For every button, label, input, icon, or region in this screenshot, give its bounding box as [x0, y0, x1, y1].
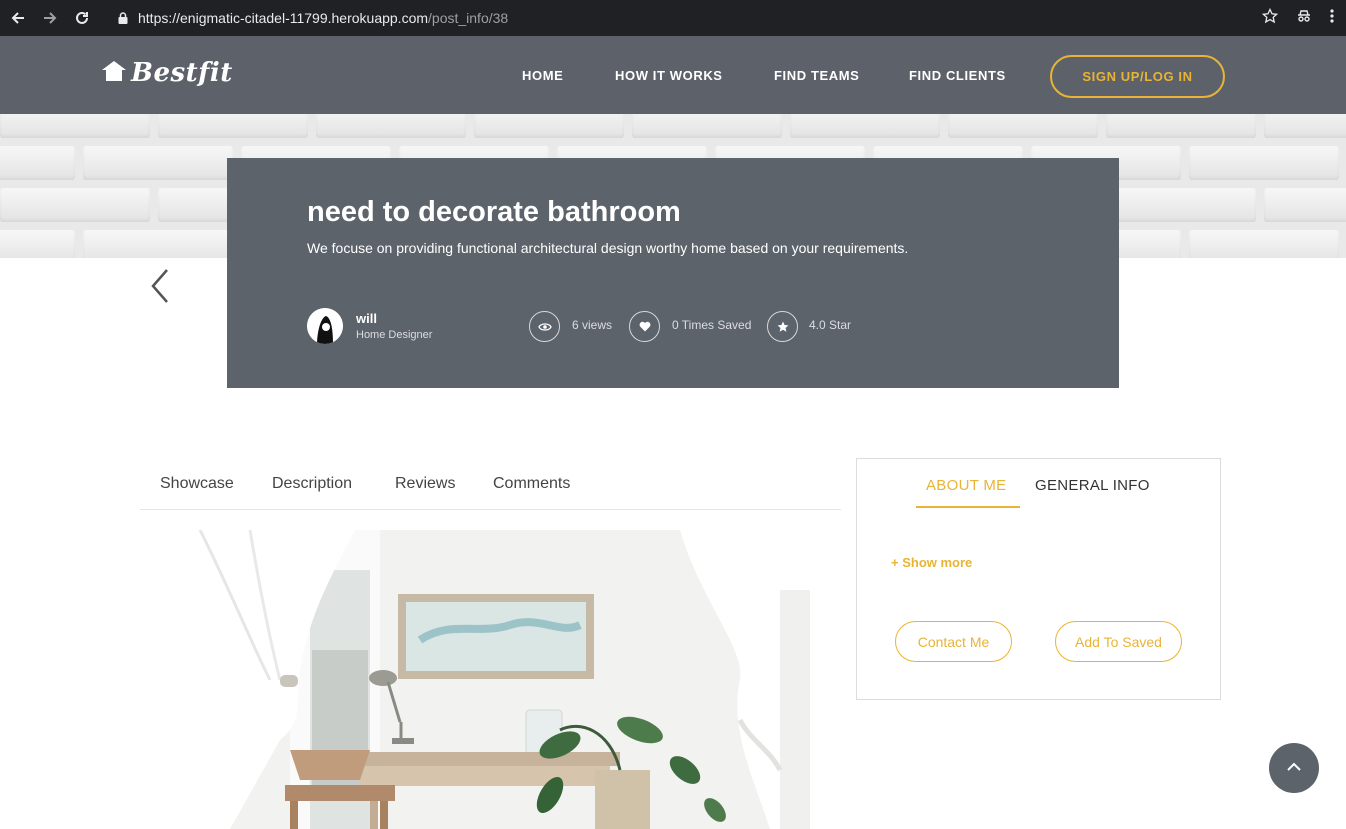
address-bar[interactable]: https://enigmatic-citadel-11799.herokuap…: [106, 4, 1276, 32]
tab-showcase[interactable]: Showcase: [160, 475, 234, 493]
brick: [0, 188, 150, 222]
brick: [1189, 146, 1339, 180]
show-more-link[interactable]: + Show more: [891, 555, 972, 570]
views-count: 6 views: [572, 318, 613, 332]
content-tabs: Showcase Description Reviews Comments: [140, 459, 841, 510]
profile-sidebar: ABOUT ME GENERAL INFO + Show more Contac…: [856, 458, 1221, 700]
brick: [83, 230, 233, 258]
author-name[interactable]: will: [356, 311, 377, 326]
brick: [0, 114, 150, 138]
tab-comments[interactable]: Comments: [493, 475, 570, 493]
brick: [1264, 114, 1346, 138]
url-host: https://enigmatic-citadel-11799.herokuap…: [138, 10, 429, 26]
post-title: need to decorate bathroom: [307, 196, 681, 228]
brick: [0, 230, 75, 258]
contact-me-button[interactable]: Contact Me: [895, 621, 1012, 662]
rating-value: 4.0 Star: [809, 318, 852, 332]
back-to-top-button[interactable]: [1269, 743, 1319, 793]
brick: [1106, 114, 1256, 138]
incognito-icon[interactable]: [1296, 8, 1312, 29]
brick: [1189, 230, 1339, 258]
post-card: need to decorate bathroom We focuse on p…: [227, 158, 1119, 388]
saved-count: 0 Times Saved: [672, 318, 752, 332]
heart-icon[interactable]: [629, 311, 660, 342]
add-to-saved-button[interactable]: Add To Saved: [1055, 621, 1182, 662]
active-tab-indicator: [916, 506, 1020, 508]
brick: [158, 114, 308, 138]
brick: [83, 146, 233, 180]
brick: [1106, 188, 1256, 222]
tab-general-info[interactable]: GENERAL INFO: [1035, 477, 1150, 494]
prev-arrow-icon[interactable]: [147, 266, 175, 306]
chevron-up-icon: [1286, 759, 1302, 777]
post-subtitle: We focuse on providing functional archit…: [307, 240, 909, 256]
brick: [632, 114, 782, 138]
brick: [316, 114, 466, 138]
brick: [0, 146, 75, 180]
tab-reviews[interactable]: Reviews: [395, 475, 455, 493]
nav-find-clients[interactable]: FIND CLIENTS: [909, 68, 1006, 83]
house-logo-icon: [101, 60, 127, 87]
brick: [1264, 188, 1346, 222]
tab-about-me[interactable]: ABOUT ME: [926, 477, 1006, 494]
menu-dots-icon[interactable]: [1330, 8, 1334, 29]
brick: [790, 114, 940, 138]
url-text: https://enigmatic-citadel-11799.herokuap…: [138, 10, 508, 26]
logo-text: Bestfit: [131, 58, 233, 88]
site-header: Bestfit HOME HOW IT WORKS FIND TEAMS FIN…: [0, 36, 1346, 114]
signup-login-button[interactable]: SIGN UP/LOG IN: [1050, 55, 1225, 98]
reload-icon[interactable]: [66, 2, 98, 34]
forward-icon[interactable]: [34, 2, 66, 34]
lock-icon: [116, 11, 130, 25]
avatar[interactable]: [307, 308, 343, 344]
brick: [474, 114, 624, 138]
tab-description[interactable]: Description: [272, 475, 352, 493]
nav-home[interactable]: HOME: [522, 68, 563, 83]
star-icon: [767, 311, 798, 342]
brick: [948, 114, 1098, 138]
browser-toolbar: https://enigmatic-citadel-11799.herokuap…: [0, 0, 1346, 36]
back-icon[interactable]: [2, 2, 34, 34]
logo[interactable]: Bestfit: [101, 58, 233, 88]
author-role: Home Designer: [356, 329, 433, 341]
nav-find-teams[interactable]: FIND TEAMS: [774, 68, 859, 83]
url-path: /post_info/38: [428, 10, 509, 26]
nav-how-it-works[interactable]: HOW IT WORKS: [615, 68, 723, 83]
showcase-photo: [140, 530, 841, 829]
eye-icon: [529, 311, 560, 342]
bookmark-star-icon[interactable]: [1261, 7, 1279, 29]
